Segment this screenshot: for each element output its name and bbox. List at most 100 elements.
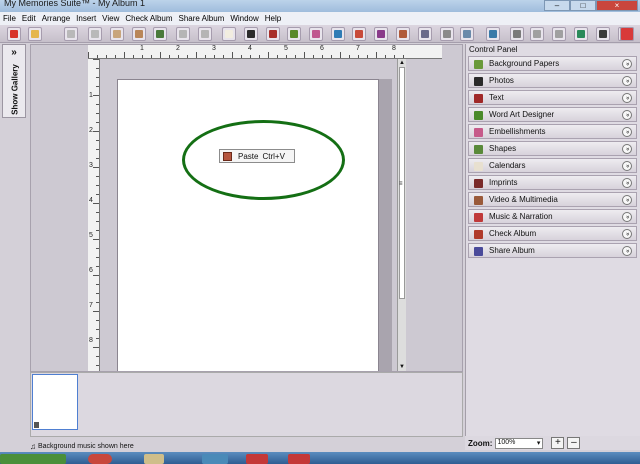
close-button[interactable]: × (596, 0, 638, 11)
start-button[interactable] (0, 454, 66, 464)
chevron-down-icon[interactable]: » (622, 59, 632, 69)
taskbar-app-icon[interactable] (88, 454, 112, 464)
minimize-button[interactable]: – (544, 0, 570, 11)
menu-file[interactable]: File (3, 14, 16, 23)
music-note-icon: ♫ (30, 441, 36, 451)
control-panel-item-embellishments[interactable]: Embellishments » (468, 124, 637, 139)
chevron-down-icon[interactable]: » (622, 178, 632, 188)
imprint-icon[interactable] (374, 27, 388, 41)
menu-help[interactable]: Help (265, 14, 281, 23)
control-panel-item-share-album[interactable]: Share Album » (468, 243, 637, 258)
filmstrip-icon[interactable] (596, 27, 610, 41)
control-panel-item-text[interactable]: Text » (468, 90, 637, 105)
ruler-tick (96, 356, 99, 357)
ruler-tick (96, 122, 99, 123)
new-album-icon[interactable] (7, 27, 21, 41)
control-panel-item-video[interactable]: Video & Multimedia » (468, 192, 637, 207)
menu-arrange[interactable]: Arrange (42, 14, 70, 23)
control-panel-item-shapes[interactable]: Shapes » (468, 141, 637, 156)
home-icon[interactable] (486, 27, 500, 41)
chevron-down-icon[interactable]: » (622, 195, 632, 205)
taskbar-app-icon[interactable] (144, 454, 164, 464)
chevron-down-icon[interactable]: » (622, 110, 632, 120)
control-panel-item-photos[interactable]: Photos » (468, 73, 637, 88)
image-edit-icon[interactable] (153, 27, 167, 41)
control-panel-item-check-album[interactable]: Check Album » (468, 226, 637, 241)
page-shadow (379, 79, 392, 371)
control-panel-item-calendars[interactable]: Calendars » (468, 158, 637, 173)
ruler-tick (96, 86, 99, 87)
ruler-tick (232, 52, 233, 58)
layers-icon[interactable] (510, 27, 524, 41)
cut-icon[interactable] (64, 27, 78, 41)
mymemories-icon[interactable] (620, 27, 634, 41)
ruler-label: 4 (248, 45, 252, 52)
chevron-down-icon[interactable]: » (622, 93, 632, 103)
taskbar-app-icon[interactable] (288, 454, 310, 464)
control-panel-item-label: Background Papers (489, 59, 560, 68)
scroll-grip-icon: ≡ (399, 181, 403, 187)
maximize-button[interactable]: □ (570, 0, 596, 11)
music-icon[interactable] (418, 27, 432, 41)
menu-share-album[interactable]: Share Album (179, 14, 225, 23)
ruler-tick (349, 55, 350, 58)
paste-context-menu[interactable]: Paste Ctrl+V (219, 149, 295, 163)
music-indicator-icon (34, 422, 39, 428)
paste-icon[interactable] (132, 27, 146, 41)
ruler-tick (394, 55, 395, 58)
grid-icon[interactable] (574, 27, 588, 41)
control-panel-item-music-narration[interactable]: Music & Narration » (468, 209, 637, 224)
page-thumbnail[interactable] (32, 374, 78, 430)
photo-icon[interactable] (244, 27, 258, 41)
menu-check-album[interactable]: Check Album (125, 14, 172, 23)
zoom-out-button[interactable]: – (567, 437, 581, 449)
video-icon[interactable] (396, 27, 410, 41)
show-gallery-tab[interactable]: » Show Gallery (2, 44, 26, 118)
menu-view[interactable]: View (102, 14, 119, 23)
album-canvas-area[interactable]: 1 2 3 4 5 6 7 8 1 2 3 4 5 6 7 8 ▲ ≡ ▼ Paste Ctrl+V (30, 44, 463, 372)
chevron-down-icon[interactable]: » (622, 161, 632, 171)
menu-insert[interactable]: Insert (76, 14, 96, 23)
scroll-down-icon[interactable]: ▼ (398, 363, 406, 371)
image-edit-icon-glyph (156, 30, 164, 38)
ruler-tick (93, 95, 99, 96)
control-panel-item-word-art[interactable]: Word Art Designer » (468, 107, 637, 122)
chevron-down-icon[interactable]: » (622, 127, 632, 137)
control-panel-item-background-papers[interactable]: Background Papers » (468, 56, 637, 71)
check-icon[interactable] (440, 27, 454, 41)
paste-menu-item[interactable]: Paste (238, 152, 258, 161)
trash-icon[interactable] (88, 27, 102, 41)
menu-window[interactable]: Window (230, 14, 258, 23)
send-back-icon[interactable] (530, 27, 544, 41)
taskbar-app-icon[interactable] (246, 454, 268, 464)
chevron-down-icon[interactable]: » (622, 246, 632, 256)
text-icon[interactable] (266, 27, 280, 41)
zoom-in-button[interactable]: + (551, 437, 565, 449)
embellishment-icon-glyph (312, 30, 320, 38)
ruler-label: 7 (356, 45, 360, 52)
vertical-scrollbar[interactable]: ▲ ≡ ▼ (397, 59, 406, 371)
menu-edit[interactable]: Edit (22, 14, 36, 23)
bring-front-icon[interactable] (552, 27, 566, 41)
word-art-icon[interactable] (287, 27, 301, 41)
undo-icon[interactable] (176, 27, 190, 41)
page-icon[interactable] (222, 27, 236, 41)
chevron-down-icon[interactable]: » (622, 212, 632, 222)
open-icon[interactable] (28, 27, 42, 41)
chevron-down-icon[interactable]: » (622, 229, 632, 239)
control-panel-item-imprints[interactable]: Imprints » (468, 175, 637, 190)
taskbar-app-icon[interactable] (202, 454, 228, 464)
shape-icon-glyph (334, 30, 342, 38)
scroll-up-icon[interactable]: ▲ (398, 59, 406, 67)
calendar-icon[interactable] (352, 27, 366, 41)
layers-icon-glyph (513, 30, 521, 38)
redo-icon[interactable] (198, 27, 212, 41)
copy-icon[interactable] (110, 27, 124, 41)
chevron-down-icon[interactable]: » (622, 76, 632, 86)
narration-icon[interactable] (460, 27, 474, 41)
ruler-label: 8 (392, 45, 396, 52)
zoom-select[interactable]: 100% ▾ (495, 437, 544, 449)
shape-icon[interactable] (331, 27, 345, 41)
embellishment-icon[interactable] (309, 27, 323, 41)
chevron-down-icon[interactable]: » (622, 144, 632, 154)
